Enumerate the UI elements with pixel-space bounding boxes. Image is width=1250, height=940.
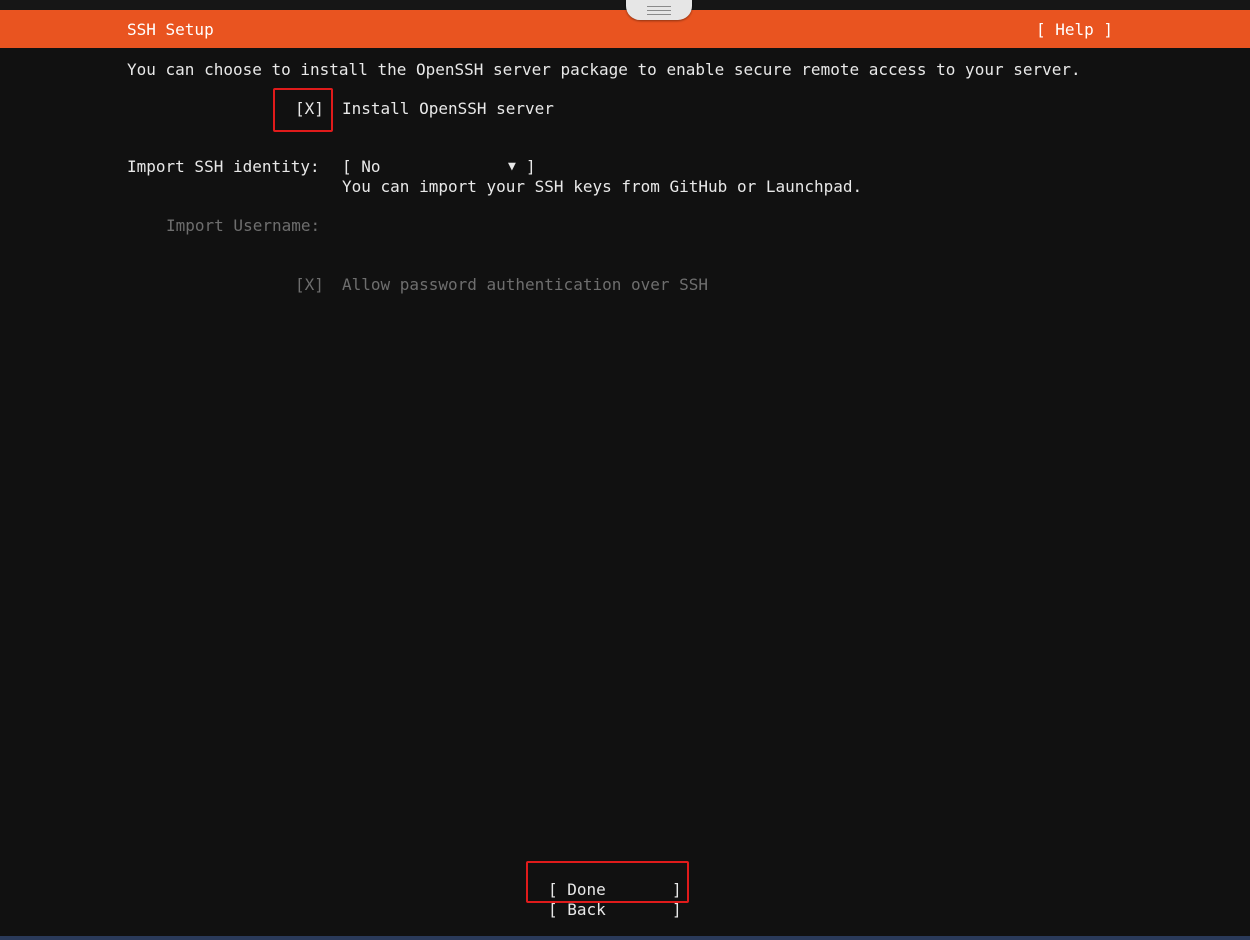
chevron-down-icon: ▼ — [508, 159, 516, 174]
select-value: [ No — [342, 157, 381, 176]
allow-password-checkbox[interactable]: [X] — [295, 275, 324, 295]
select-close-bracket: ] — [526, 157, 536, 176]
page-title: SSH Setup — [127, 20, 214, 39]
bottom-bar — [0, 936, 1250, 940]
import-identity-label: Import SSH identity: — [127, 157, 320, 176]
top-strip — [0, 0, 1250, 10]
back-button[interactable]: [ Back ] — [548, 900, 684, 920]
install-openssh-label[interactable]: Install OpenSSH server — [342, 99, 554, 119]
hamburger-icon — [647, 6, 671, 15]
vm-toolbar-handle[interactable] — [626, 0, 692, 20]
import-username-label: Import Username: — [166, 216, 321, 235]
allow-password-label[interactable]: Allow password authentication over SSH — [342, 275, 708, 295]
header-bar: SSH Setup [ Help ] — [0, 10, 1250, 48]
intro-text: You can choose to install the OpenSSH se… — [127, 60, 1081, 79]
import-identity-hint: You can import your SSH keys from GitHub… — [342, 177, 863, 196]
back-button-label: [ Back — [548, 900, 606, 919]
back-button-bracket: ] — [672, 900, 682, 919]
highlight-box-checkbox — [273, 88, 333, 132]
help-button[interactable]: [ Help ] — [1036, 20, 1113, 39]
highlight-box-done — [526, 861, 689, 903]
import-identity-select[interactable]: [ No ▼ ] — [342, 157, 542, 177]
